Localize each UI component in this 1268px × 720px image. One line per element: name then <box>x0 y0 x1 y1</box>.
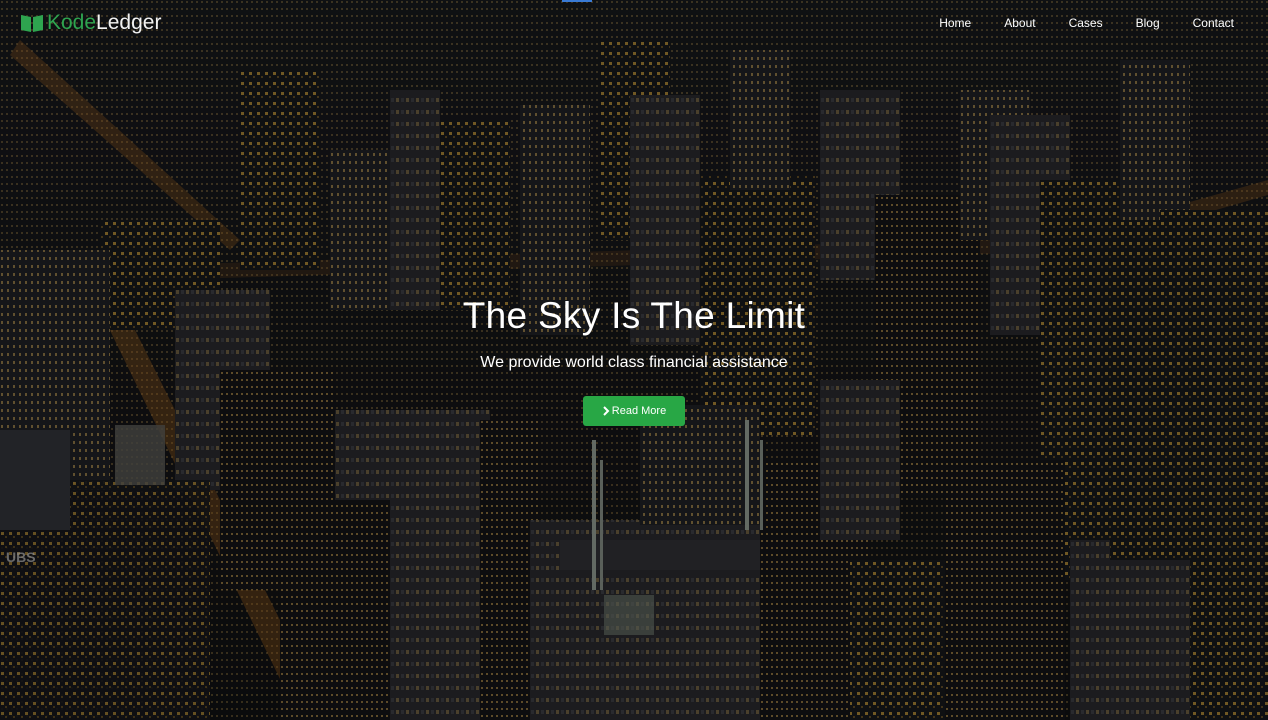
navbar: KodeLedger Home About Cases Blog Contact <box>0 0 1268 46</box>
hero-content: The Sky Is The Limit We provide world cl… <box>0 290 1268 426</box>
nav-item-contact[interactable]: Contact <box>1193 15 1234 31</box>
nav-item-blog[interactable]: Blog <box>1136 15 1160 31</box>
hero-subtitle: We provide world class financial assista… <box>480 354 788 371</box>
brand-name-part1: Kode <box>47 11 97 34</box>
brand-name-part2: Ledger <box>96 11 162 34</box>
read-more-label: Read More <box>611 405 667 417</box>
hero-title: The Sky Is The Limit <box>462 295 806 336</box>
book-icon <box>21 15 43 32</box>
read-more-button[interactable]: Read More <box>582 396 686 426</box>
nav-item-about[interactable]: About <box>1004 15 1035 31</box>
nav-item-home[interactable]: Home <box>939 15 971 31</box>
nav-links: Home About Cases Blog Contact <box>906 15 1234 31</box>
brand-name: KodeLedger <box>47 10 161 36</box>
brand-logo[interactable]: KodeLedger <box>20 10 161 36</box>
nav-item-cases[interactable]: Cases <box>1069 15 1103 31</box>
chevron-right-icon <box>603 406 610 416</box>
